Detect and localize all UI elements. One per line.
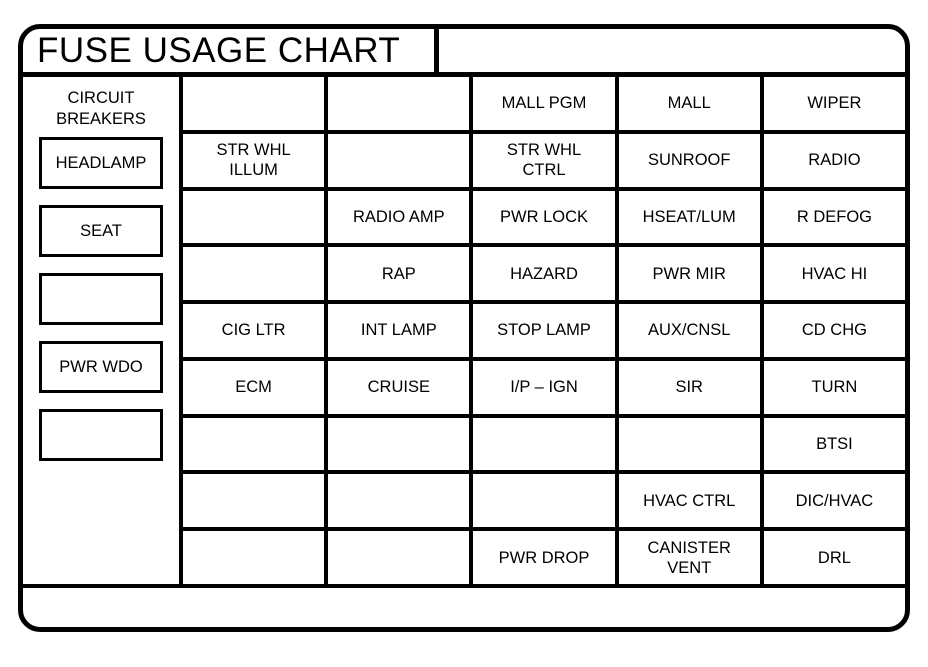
- fuse-cell: [183, 531, 324, 584]
- fuse-column-2: STR WHL ILLUM CIG LTR ECM: [183, 77, 329, 584]
- fuse-cell: [183, 418, 325, 475]
- fuse-cell: [473, 474, 615, 532]
- fuse-cell: HAZARD: [473, 247, 615, 305]
- fuse-cell: [328, 418, 470, 475]
- fuse-cell: AUX/CNSL: [618, 304, 760, 361]
- fuse-usage-chart: FUSE USAGE CHART CIRCUIT BREAKERS HEADLA…: [18, 24, 910, 632]
- page-title: FUSE USAGE CHART: [37, 31, 401, 70]
- fuse-cell: HVAC HI: [763, 247, 906, 305]
- circuit-breakers-heading-line2: BREAKERS: [56, 110, 146, 129]
- fuse-cell: CANISTER VENT: [647, 538, 731, 577]
- fuse-cell: [183, 474, 325, 532]
- breaker-box-empty-1: [39, 273, 163, 326]
- fuse-cell: I/P – IGN: [473, 361, 615, 418]
- fuse-cell: RAP: [328, 247, 470, 305]
- fuse-cell: INT LAMP: [328, 304, 470, 361]
- title-strip: FUSE USAGE CHART: [23, 29, 905, 77]
- fuse-cell: CIG LTR: [183, 304, 325, 361]
- fuse-cell: CRUISE: [328, 361, 470, 418]
- fuse-cell: SUNROOF: [618, 134, 760, 191]
- fuse-cell: ECM: [183, 361, 325, 418]
- breaker-box-pwr-wdo: PWR WDO: [39, 341, 163, 394]
- fuse-cell: [328, 77, 470, 134]
- breaker-box-headlamp: HEADLAMP: [39, 137, 163, 190]
- fuse-cell: MALL: [618, 77, 760, 134]
- circuit-breakers-heading-line1: CIRCUIT: [67, 89, 135, 107]
- fuse-column-6: WIPER RADIO R DEFOG HVAC HI CD CHG TURN …: [763, 77, 906, 584]
- breaker-box-empty-2: [39, 409, 163, 462]
- title-cell: FUSE USAGE CHART: [23, 29, 439, 72]
- fuse-cell: HVAC CTRL: [618, 474, 760, 532]
- fuse-cell: BTSI: [763, 418, 906, 475]
- fuse-cell: STR WHL CTRL: [473, 134, 615, 191]
- fuse-cell: [328, 531, 469, 584]
- fuse-cell: [328, 134, 470, 191]
- fuse-cell: MALL PGM: [473, 77, 615, 134]
- fuse-cell: PWR LOCK: [473, 191, 615, 248]
- fuse-column-4: MALL PGM STR WHL CTRL PWR LOCK HAZARD ST…: [473, 77, 619, 584]
- fuse-cell: RADIO AMP: [328, 191, 470, 248]
- fuse-column-3: RADIO AMP RAP INT LAMP CRUISE: [328, 77, 474, 584]
- circuit-breakers-heading: CIRCUIT BREAKERS: [56, 88, 146, 130]
- fuse-cell: [183, 191, 325, 248]
- fuse-cell: CD CHG: [763, 304, 906, 361]
- title-blank-cell: [439, 29, 905, 72]
- fuse-cell: PWR DROP: [498, 548, 590, 567]
- fuse-column-5: MALL SUNROOF HSEAT/LUM PWR MIR AUX/CNSL …: [618, 77, 764, 584]
- fuse-columns: STR WHL ILLUM CIG LTR ECM RADIO AMP RAP …: [183, 77, 906, 584]
- breaker-box-seat: SEAT: [39, 205, 163, 258]
- fuse-cell: [183, 77, 325, 134]
- chart-grid: CIRCUIT BREAKERS HEADLAMP SEAT PWR WDO S…: [23, 77, 906, 588]
- fuse-cell: DIC/HVAC: [763, 474, 906, 532]
- fuse-cell: HSEAT/LUM: [618, 191, 760, 248]
- fuse-cell: PWR MIR: [618, 247, 760, 305]
- fuse-cell: STR WHL ILLUM: [183, 134, 325, 191]
- fuse-cell: [183, 247, 325, 305]
- fuse-cell: WIPER: [763, 77, 906, 134]
- fuse-cell: SIR: [618, 361, 760, 418]
- fuse-cell: [473, 418, 615, 475]
- fuse-cell: RADIO: [763, 134, 906, 191]
- fuse-cell: R DEFOG: [763, 191, 906, 248]
- fuse-cell: DRL: [817, 548, 851, 567]
- fuse-cell: TURN: [763, 361, 906, 418]
- circuit-breakers-column: CIRCUIT BREAKERS HEADLAMP SEAT PWR WDO: [23, 77, 183, 584]
- footer-blank-strip: [23, 588, 905, 632]
- fuse-cell: STOP LAMP: [473, 304, 615, 361]
- fuse-cell: [328, 474, 470, 532]
- fuse-cell: [618, 418, 760, 475]
